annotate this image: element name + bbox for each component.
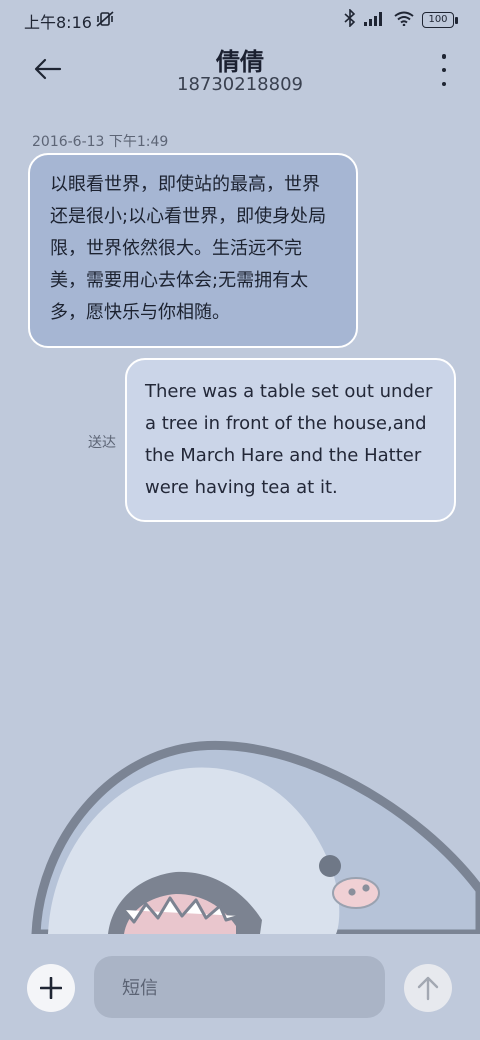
status-bar: 上午8:16 100 <box>0 0 480 40</box>
send-button[interactable] <box>404 964 452 1012</box>
shark-wallpaper-illustration <box>31 740 480 934</box>
battery-level: 100 <box>428 14 448 25</box>
send-arrow-icon <box>417 976 439 1001</box>
incoming-message-text: 以眼看世界，即使站的最高，世界还是很小;以心看世界，即使身处局限，世界依然很大。… <box>50 174 327 323</box>
add-attachment-button[interactable] <box>27 964 75 1012</box>
message-input-placeholder: 短信 <box>122 978 158 999</box>
bluetooth-icon <box>344 8 356 31</box>
conversation-header: 倩倩 18730218809 <box>0 40 480 104</box>
wifi-icon <box>394 11 414 30</box>
contact-name: 倩倩 <box>216 48 264 76</box>
plus-icon <box>40 977 62 999</box>
outgoing-message-bubble[interactable]: There was a table set out under a tree i… <box>125 358 456 522</box>
status-time: 上午8:16 <box>24 13 92 32</box>
battery-icon: 100 <box>422 12 458 28</box>
delivered-status: 送达 <box>88 435 116 451</box>
message-timestamp: 2016-6-13 下午1:49 <box>32 134 169 150</box>
status-right: 100 <box>344 8 458 31</box>
signal-icon <box>364 11 386 30</box>
vibrate-off-icon <box>96 11 114 31</box>
more-icon[interactable] <box>436 54 452 86</box>
outgoing-message-text: There was a table set out under a tree i… <box>145 381 433 498</box>
message-composer: 短信 <box>0 934 480 1040</box>
incoming-message-bubble[interactable]: 以眼看世界，即使站的最高，世界还是很小;以心看世界，即使身处局限，世界依然很大。… <box>28 153 358 348</box>
status-left: 上午8:16 <box>24 9 114 33</box>
message-input[interactable]: 短信 <box>94 956 385 1018</box>
contact-phone-number: 18730218809 <box>177 74 303 95</box>
